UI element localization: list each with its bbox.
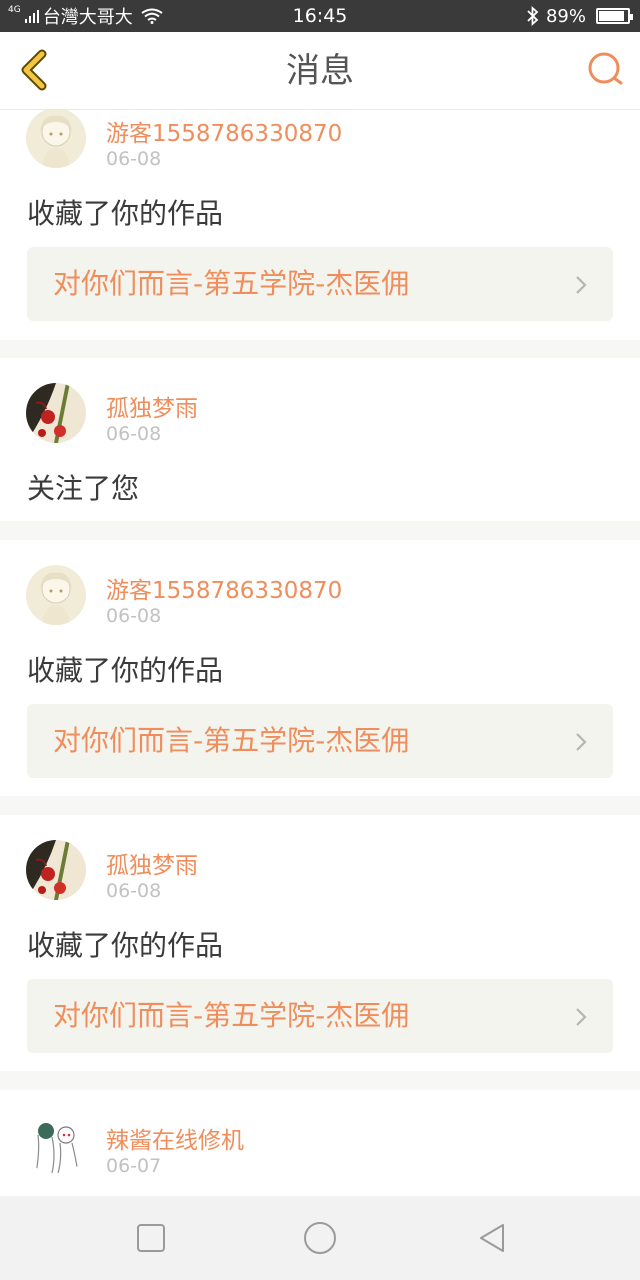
user-avatar[interactable] [26, 1115, 86, 1175]
user-avatar[interactable] [26, 383, 86, 443]
username[interactable]: 游客1558786330870 [106, 114, 342, 148]
message-date: 06-07 [106, 1155, 162, 1177]
message-date: 06-08 [106, 423, 162, 445]
message-date: 06-08 [106, 605, 162, 627]
message-card: 辣酱在线修机 06-07 [0, 1090, 640, 1196]
work-link[interactable]: 对你们而言-第五学院-杰医佣 [27, 704, 613, 778]
work-title: 对你们而言-第五学院-杰医佣 [53, 999, 410, 1032]
triangle-back-icon [480, 1224, 504, 1252]
chevron-right-icon [576, 1008, 587, 1026]
sketch-avatar-icon [26, 1115, 86, 1175]
message-date: 06-08 [106, 148, 162, 170]
status-bar: 4G 台灣大哥大 16:45 89% [0, 0, 640, 32]
app-header: 消息 [0, 32, 640, 110]
username[interactable]: 游客1558786330870 [106, 571, 342, 605]
recents-button[interactable] [131, 1218, 171, 1258]
work-link[interactable]: 对你们而言-第五学院-杰医佣 [27, 247, 613, 321]
user-avatar[interactable] [26, 565, 86, 625]
girl-avatar-icon [26, 110, 86, 168]
username[interactable]: 孤独梦雨 [106, 389, 198, 423]
battery-percent: 89% [545, 5, 586, 27]
username[interactable]: 孤独梦雨 [106, 846, 198, 880]
red-flower-avatar-icon [26, 840, 86, 900]
action-text: 关注了您 [27, 472, 140, 505]
nav-back-button[interactable] [472, 1218, 512, 1258]
home-button[interactable] [300, 1218, 340, 1258]
red-flower-avatar-icon [26, 383, 86, 443]
status-right: 89% [526, 0, 633, 32]
user-avatar[interactable] [26, 840, 86, 900]
action-text: 收藏了你的作品 [27, 197, 224, 230]
square-icon [137, 1224, 165, 1252]
search-button[interactable] [586, 50, 626, 90]
battery-fill [599, 11, 624, 21]
battery-icon [596, 8, 633, 24]
action-text: 收藏了你的作品 [27, 929, 224, 962]
message-date: 06-08 [106, 880, 162, 902]
chevron-right-icon [576, 733, 587, 751]
chevron-right-icon [576, 276, 587, 294]
girl-avatar-icon [26, 565, 86, 625]
message-card: 游客1558786330870 06-08 收藏了你的作品 对你们而言-第五学院… [0, 540, 640, 796]
circle-icon [304, 1222, 336, 1254]
message-card: 孤独梦雨 06-08 关注了您 [0, 358, 640, 521]
action-text: 收藏了你的作品 [27, 654, 224, 687]
message-card: 孤独梦雨 06-08 收藏了你的作品 对你们而言-第五学院-杰医佣 [0, 815, 640, 1071]
username[interactable]: 辣酱在线修机 [106, 1121, 244, 1155]
system-nav-bar [0, 1196, 640, 1280]
message-feed[interactable]: 游客1558786330870 06-08 收藏了你的作品 对你们而言-第五学院… [0, 110, 640, 1196]
bluetooth-icon [527, 6, 539, 26]
page-title: 消息 [286, 51, 354, 91]
work-link[interactable]: 对你们而言-第五学院-杰医佣 [27, 979, 613, 1053]
work-title: 对你们而言-第五学院-杰医佣 [53, 267, 410, 300]
user-avatar[interactable] [26, 110, 86, 168]
message-card: 游客1558786330870 06-08 收藏了你的作品 对你们而言-第五学院… [0, 110, 640, 340]
work-title: 对你们而言-第五学院-杰医佣 [53, 724, 410, 757]
